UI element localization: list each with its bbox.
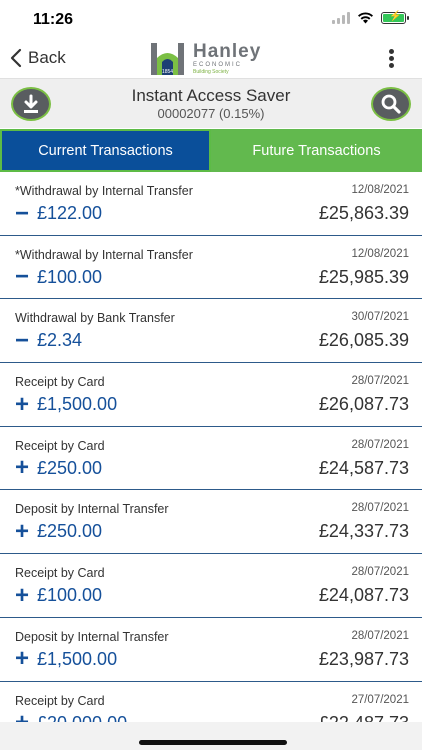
transaction-description: Withdrawal by Bank Transfer bbox=[15, 311, 175, 326]
transaction-description: Receipt by Card bbox=[15, 693, 105, 708]
transaction-date: 12/08/2021 bbox=[351, 184, 409, 196]
transaction-description: Receipt by Card bbox=[15, 438, 105, 453]
status-bar: 11:26 ⚡ bbox=[0, 0, 422, 40]
transaction-description: *Withdrawal by Internal Transfer bbox=[15, 247, 193, 262]
transaction-balance: £26,087.73 bbox=[318, 394, 409, 415]
back-button[interactable]: Back bbox=[10, 48, 66, 68]
bottom-bar bbox=[0, 722, 422, 750]
amount-value: £100.00 bbox=[37, 585, 103, 606]
account-header: Instant Access Saver 00002077 (0.15%) bbox=[0, 78, 422, 128]
transaction-amount: − £122.00 bbox=[13, 199, 103, 227]
transaction-description: Receipt by Card bbox=[15, 375, 105, 390]
logo-text: Hanley ECONOMIC Building Society bbox=[193, 41, 262, 76]
minus-icon: − bbox=[14, 263, 29, 291]
signal-icon bbox=[332, 12, 350, 24]
transaction-row[interactable]: Deposit by Internal Transfer 28/07/2021 … bbox=[0, 617, 422, 682]
logo-sub: ECONOMIC bbox=[193, 62, 242, 68]
transaction-description: Deposit by Internal Transfer bbox=[15, 502, 169, 517]
plus-icon: + bbox=[14, 645, 29, 673]
transaction-row[interactable]: Receipt by Card 28/07/2021 + £1,500.00 £2… bbox=[0, 363, 422, 427]
amount-value: £100.00 bbox=[37, 266, 103, 287]
account-name: Instant Access Saver bbox=[131, 86, 291, 105]
transaction-row[interactable]: Receipt by Card 27/07/2021 + £20,000.00 £… bbox=[0, 681, 422, 723]
plus-icon: + bbox=[13, 711, 31, 723]
amount-value: £250.00 bbox=[37, 457, 103, 478]
transaction-description: Deposit by Internal Transfer bbox=[15, 629, 169, 644]
amount-value: £1,500.00 bbox=[37, 394, 118, 415]
transaction-balance: £23,987.73 bbox=[318, 648, 409, 669]
transaction-row[interactable]: Withdrawal by Bank Transfer 30/07/2021 −… bbox=[0, 299, 422, 364]
transaction-amount: − £2.34 bbox=[13, 326, 83, 354]
hanley-economic-logo: 1854 Hanley ECONOMIC Building Society bbox=[150, 42, 261, 76]
amount-value: £20,000.00 bbox=[37, 713, 127, 723]
transaction-date: 30/07/2021 bbox=[351, 311, 409, 324]
logo-mark: 1854 bbox=[150, 42, 185, 76]
amount-value: £1,500.00 bbox=[37, 648, 118, 669]
transaction-amount: − £100.00 bbox=[13, 263, 103, 291]
plus-icon: + bbox=[14, 454, 29, 482]
search-icon bbox=[381, 94, 401, 114]
plus-icon: + bbox=[14, 581, 29, 609]
plus-icon: + bbox=[14, 517, 29, 545]
wifi-icon bbox=[358, 12, 373, 24]
nav-bar: Back 1854 Hanley ECONOMIC Building Socie… bbox=[0, 40, 422, 78]
transaction-date: 12/08/2021 bbox=[351, 247, 409, 260]
tab-current-transactions[interactable]: Current Transactions bbox=[0, 129, 211, 172]
transaction-row[interactable]: Receipt by Card 28/07/2021 + £250.00 £24,… bbox=[0, 426, 422, 491]
battery-icon: ⚡ bbox=[381, 11, 409, 24]
amount-value: £122.00 bbox=[37, 203, 103, 223]
transaction-date: 28/07/2021 bbox=[351, 438, 409, 451]
transaction-list: *Withdrawal by Internal Transfer 12/08/2… bbox=[0, 172, 422, 722]
transaction-description: Receipt by Card bbox=[15, 566, 105, 581]
transaction-date: 28/07/2021 bbox=[351, 502, 409, 515]
logo-sub2: Building Society bbox=[193, 69, 229, 75]
transaction-amount: + £100.00 bbox=[13, 581, 103, 609]
transaction-balance: £26,085.39 bbox=[318, 330, 409, 351]
transaction-amount: + £1,500.00 bbox=[13, 645, 118, 673]
minus-icon: − bbox=[14, 326, 29, 354]
logo-name: Hanley bbox=[193, 41, 262, 62]
transaction-amount: + £20,000.00 bbox=[13, 711, 127, 723]
transaction-balance: £24,087.73 bbox=[318, 585, 409, 606]
tab-future-transactions[interactable]: Future Transactions bbox=[211, 129, 422, 172]
logo-year: 1854 bbox=[162, 69, 173, 75]
transaction-tabs: Current Transactions Future Transactions bbox=[0, 129, 422, 172]
transaction-row[interactable]: Deposit by Internal Transfer 28/07/2021 … bbox=[0, 490, 422, 555]
transaction-balance: £24,587.73 bbox=[318, 457, 409, 478]
transaction-amount: + £250.00 bbox=[13, 517, 103, 545]
amount-value: £250.00 bbox=[37, 521, 103, 542]
amount-value: £2.34 bbox=[37, 330, 83, 351]
transaction-balance: £25,985.39 bbox=[318, 266, 409, 287]
status-time: 11:26 bbox=[33, 11, 74, 28]
minus-icon: − bbox=[14, 199, 29, 227]
transaction-amount: + £250.00 bbox=[13, 454, 103, 482]
search-button[interactable] bbox=[371, 87, 411, 121]
transaction-row[interactable]: *Withdrawal by Internal Transfer 12/08/2… bbox=[0, 172, 422, 236]
transaction-balance: £25,863.39 bbox=[318, 203, 409, 223]
transaction-row[interactable]: Receipt by Card 28/07/2021 + £100.00 £24,… bbox=[0, 554, 422, 618]
transaction-row[interactable]: *Withdrawal by Internal Transfer 12/08/2… bbox=[0, 235, 422, 300]
back-label: Back bbox=[28, 48, 66, 67]
transaction-date: 27/07/2021 bbox=[351, 693, 409, 706]
transaction-date: 28/07/2021 bbox=[351, 375, 409, 388]
transaction-date: 28/07/2021 bbox=[351, 629, 409, 642]
plus-icon: + bbox=[14, 390, 29, 418]
status-icons: ⚡ bbox=[332, 11, 409, 24]
home-indicator[interactable] bbox=[139, 740, 287, 745]
account-number: 00002077 (0.15%) bbox=[157, 106, 265, 121]
transaction-date: 28/07/2021 bbox=[351, 566, 409, 579]
transaction-amount: + £1,500.00 bbox=[13, 390, 118, 418]
transaction-description: *Withdrawal by Internal Transfer bbox=[15, 184, 193, 198]
more-vertical-icon[interactable] bbox=[389, 49, 395, 69]
chevron-left-icon bbox=[10, 48, 22, 68]
transaction-balance: £24,337.73 bbox=[318, 521, 409, 542]
transaction-balance: £22,487.73 bbox=[319, 713, 409, 723]
